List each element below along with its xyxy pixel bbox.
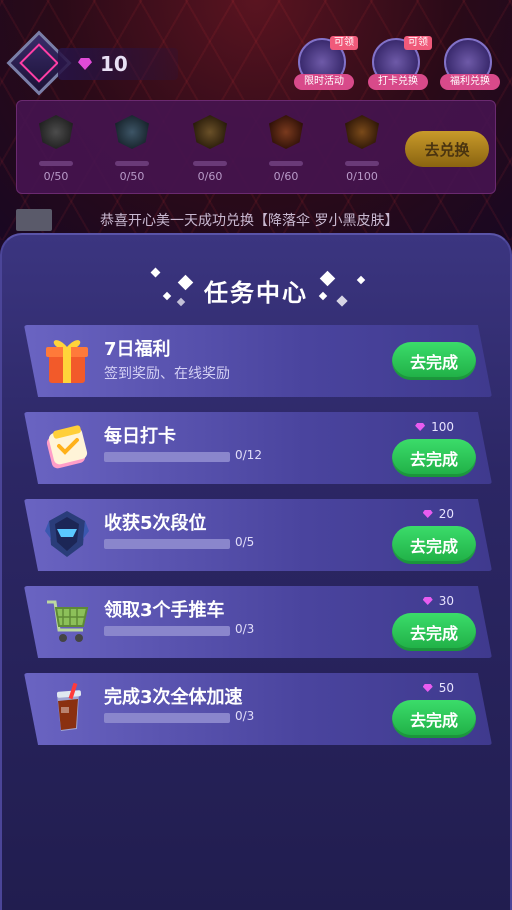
gem-icon [422, 684, 433, 692]
welfare-redeem-label: 福利兑换 [440, 74, 500, 90]
event-label: 限时活动 [294, 74, 354, 90]
rank-slot: 0/60 [261, 111, 311, 191]
task-reward: 20 [422, 507, 454, 521]
reward-amount: 20 [438, 507, 454, 521]
announcement-ticker: 恭喜开心美一天成功兑换【降落伞 罗小黑皮肤】 [16, 208, 496, 232]
task-card-daily-checkin: 每日打卡 0/12 100 去完成 [24, 412, 492, 484]
go-complete-button[interactable]: 去完成 [392, 342, 476, 380]
rank-bar [345, 161, 379, 166]
task-card-claim-cart: 领取3个手推车 0/3 30 去完成 [24, 586, 492, 658]
redeem-button[interactable]: 去兑换 [405, 131, 489, 167]
drink-cup-icon [42, 683, 92, 733]
go-complete-button[interactable]: 去完成 [392, 700, 476, 738]
rank-slot: 0/50 [107, 111, 157, 191]
task-progress-bar [104, 713, 230, 723]
gem-icon [415, 423, 426, 431]
task-title: 每日打卡 [104, 426, 176, 447]
gem-icon [422, 510, 433, 518]
rank-progress: 0/100 [346, 170, 378, 183]
sparkle-icon [162, 291, 172, 301]
rank-slot: 0/50 [31, 111, 81, 191]
task-progress-text: 0/12 [235, 448, 262, 462]
task-reward: 30 [422, 594, 454, 608]
task-title: 7日福利 [104, 339, 171, 360]
rank-progress: 0/60 [197, 170, 223, 183]
checkin-redeem-icon[interactable]: 可领 打卡兑换 [368, 36, 432, 90]
gem-count: 10 [100, 52, 128, 76]
task-card-7day-welfare: 7日福利 签到奖励、在线奖励 去完成 [24, 325, 492, 397]
top-bar: 10 可领 限时活动 可领 打卡兑换 福利兑换 [6, 30, 502, 96]
claimable-badge: 可领 [330, 36, 358, 50]
task-card-rank-up: 收获5次段位 0/5 20 去完成 [24, 499, 492, 571]
event-icon[interactable]: 可领 限时活动 [294, 36, 358, 90]
task-title: 完成3次全体加速 [104, 687, 243, 708]
announcement-icon [16, 209, 52, 231]
sparkle-icon [176, 297, 186, 307]
shopping-cart-icon [42, 596, 92, 646]
task-progress-text: 0/3 [235, 622, 255, 636]
task-title: 领取3个手推车 [104, 600, 225, 621]
claimable-badge: 可领 [404, 36, 432, 50]
rank-helmet-icon [42, 509, 92, 559]
task-progress-text: 0/5 [235, 535, 255, 549]
rank-badge-icon [39, 115, 73, 149]
sparkle-icon [336, 295, 348, 307]
task-center-modal: 任务中心 7日福利 签到奖励、在线奖励 去完成 每日打卡 0/12 100 去完… [0, 233, 512, 910]
rank-bar [115, 161, 149, 166]
rank-progress: 0/50 [43, 170, 69, 183]
ticker-text: 恭喜开心美一天成功兑换【降落伞 罗小黑皮肤】 [100, 213, 399, 229]
rank-slot: 0/100 [337, 111, 387, 191]
go-complete-button[interactable]: 去完成 [392, 613, 476, 651]
welfare-redeem-icon[interactable]: 福利兑换 [440, 38, 500, 90]
task-subtitle: 签到奖励、在线奖励 [104, 366, 230, 382]
sparkle-icon [356, 275, 366, 285]
rank-progress: 0/50 [119, 170, 145, 183]
rank-panel: 0/50 0/50 0/60 0/60 0/100 去兑换 [16, 100, 496, 194]
rank-slot: 0/60 [185, 111, 235, 191]
go-complete-button[interactable]: 去完成 [392, 439, 476, 477]
gem-balance: 10 [58, 48, 178, 80]
task-title: 收获5次段位 [104, 513, 207, 534]
checkin-redeem-label: 打卡兑换 [368, 74, 428, 90]
modal-title: 任务中心 [204, 278, 308, 307]
background-screen: 10 可领 限时活动 可领 打卡兑换 福利兑换 0/50 0/50 0/60 0… [0, 0, 512, 240]
sparkle-icon [177, 274, 194, 291]
sparkle-icon [150, 267, 161, 278]
gem-icon [78, 58, 92, 70]
gem-icon [422, 597, 433, 605]
rank-badge-icon [269, 115, 303, 149]
rank-badge-icon [115, 115, 149, 149]
task-reward: 50 [422, 681, 454, 695]
checklist-icon [42, 422, 92, 472]
rank-bar [193, 161, 227, 166]
gift-box-icon [42, 335, 92, 385]
task-progress-bar [104, 452, 230, 462]
go-complete-button[interactable]: 去完成 [392, 526, 476, 564]
rank-progress: 0/60 [273, 170, 299, 183]
modal-header: 任务中心 [2, 265, 510, 315]
task-progress-text: 0/3 [235, 709, 255, 723]
task-card-team-boost: 完成3次全体加速 0/3 50 去完成 [24, 673, 492, 745]
rank-badge-icon [193, 115, 227, 149]
task-progress-bar [104, 539, 230, 549]
reward-amount: 50 [438, 681, 454, 695]
sparkle-icon [318, 291, 328, 301]
rank-badge-icon [345, 115, 379, 149]
sparkle-icon [319, 270, 336, 287]
reward-amount: 30 [438, 594, 454, 608]
task-reward: 100 [415, 420, 454, 434]
rank-bar [39, 161, 73, 166]
reward-amount: 100 [431, 420, 454, 434]
rank-bar [269, 161, 303, 166]
task-progress-bar [104, 626, 230, 636]
